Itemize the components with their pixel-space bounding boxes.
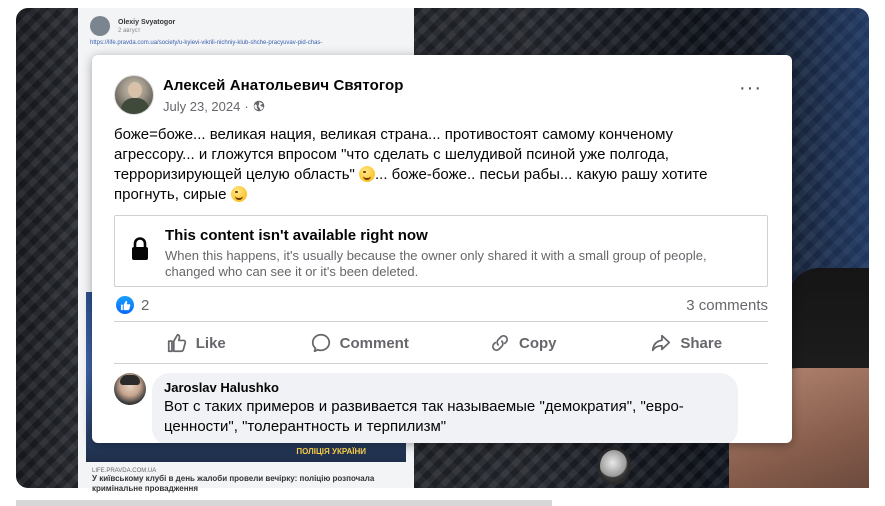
divider-top xyxy=(114,321,768,322)
background-author: Olexiy Svyatogor xyxy=(118,18,176,26)
share-arrow-icon xyxy=(652,334,671,352)
share-button[interactable]: Share xyxy=(605,323,769,363)
post-meta: July 23, 2024 · xyxy=(163,99,404,114)
comment-bubble-icon xyxy=(311,333,330,353)
more-options-icon[interactable]: ··· xyxy=(739,78,762,98)
unavailable-content-box: This content isn't available right now W… xyxy=(114,215,768,287)
meta-separator: · xyxy=(244,98,249,114)
wink-emoji-icon xyxy=(359,166,376,182)
wristwatch xyxy=(597,447,631,485)
background-caption: У київському клубі в день жалоби провели… xyxy=(92,474,375,493)
globe-icon xyxy=(253,100,264,112)
facebook-post-card: Алексей Анатольевич Святогор July 23, 20… xyxy=(92,55,792,443)
like-button[interactable]: Like xyxy=(114,323,278,363)
copy-label: Copy xyxy=(519,334,557,352)
comment-label: Comment xyxy=(339,334,409,352)
author-avatar[interactable] xyxy=(114,75,154,115)
wink-emoji-icon xyxy=(230,186,247,202)
comment-button[interactable]: Comment xyxy=(278,323,442,363)
reaction-count: 2 xyxy=(141,296,150,314)
background-link: https://life.pravda.com.ua/society/u-kyi… xyxy=(90,40,323,46)
background-avatar xyxy=(90,16,110,36)
post-actions: Like Comment Copy Share xyxy=(114,323,768,363)
like-label: Like xyxy=(195,334,226,352)
copy-button[interactable]: Copy xyxy=(441,323,605,363)
comments-count-link[interactable]: 3 comments xyxy=(686,297,768,314)
commenter-avatar[interactable] xyxy=(114,373,146,405)
reactions-summary[interactable]: 2 xyxy=(116,296,149,314)
progress-track xyxy=(16,500,552,506)
post-text: боже=боже... великая нация, великая стра… xyxy=(114,125,754,205)
divider-bottom xyxy=(114,363,768,364)
thumbs-up-icon xyxy=(167,333,186,353)
comment-item: Jaroslav Halushko Вот с таких примеров и… xyxy=(114,373,738,443)
background-post-header: Olexiy Svyatogor 2 август xyxy=(90,16,175,36)
thumbs-up-icon xyxy=(120,300,130,310)
link-icon xyxy=(492,335,508,351)
unavailable-title: This content isn't available right now xyxy=(165,227,428,244)
author-block: Алексей Анатольевич Святогор July 23, 20… xyxy=(163,77,404,114)
background-date: 2 август xyxy=(118,27,141,34)
background-image-badge: ПОЛІЦІЯ УКРАЇНИ xyxy=(296,447,366,456)
author-name[interactable]: Алексей Анатольевич Святогор xyxy=(163,77,404,94)
comment-author[interactable]: Jaroslav Halushko xyxy=(164,380,726,395)
comment-text: Вот с таких примеров и развивается так н… xyxy=(164,398,684,435)
share-label: Share xyxy=(680,334,723,352)
comment-bubble: Jaroslav Halushko Вот с таких примеров и… xyxy=(152,373,738,443)
post-header: Алексей Анатольевич Святогор July 23, 20… xyxy=(114,75,404,115)
post-date[interactable]: July 23, 2024 xyxy=(163,99,240,114)
lock-icon xyxy=(132,237,148,260)
like-reaction-icon xyxy=(116,296,134,314)
unavailable-description: When this happens, it's usually because … xyxy=(165,248,707,279)
